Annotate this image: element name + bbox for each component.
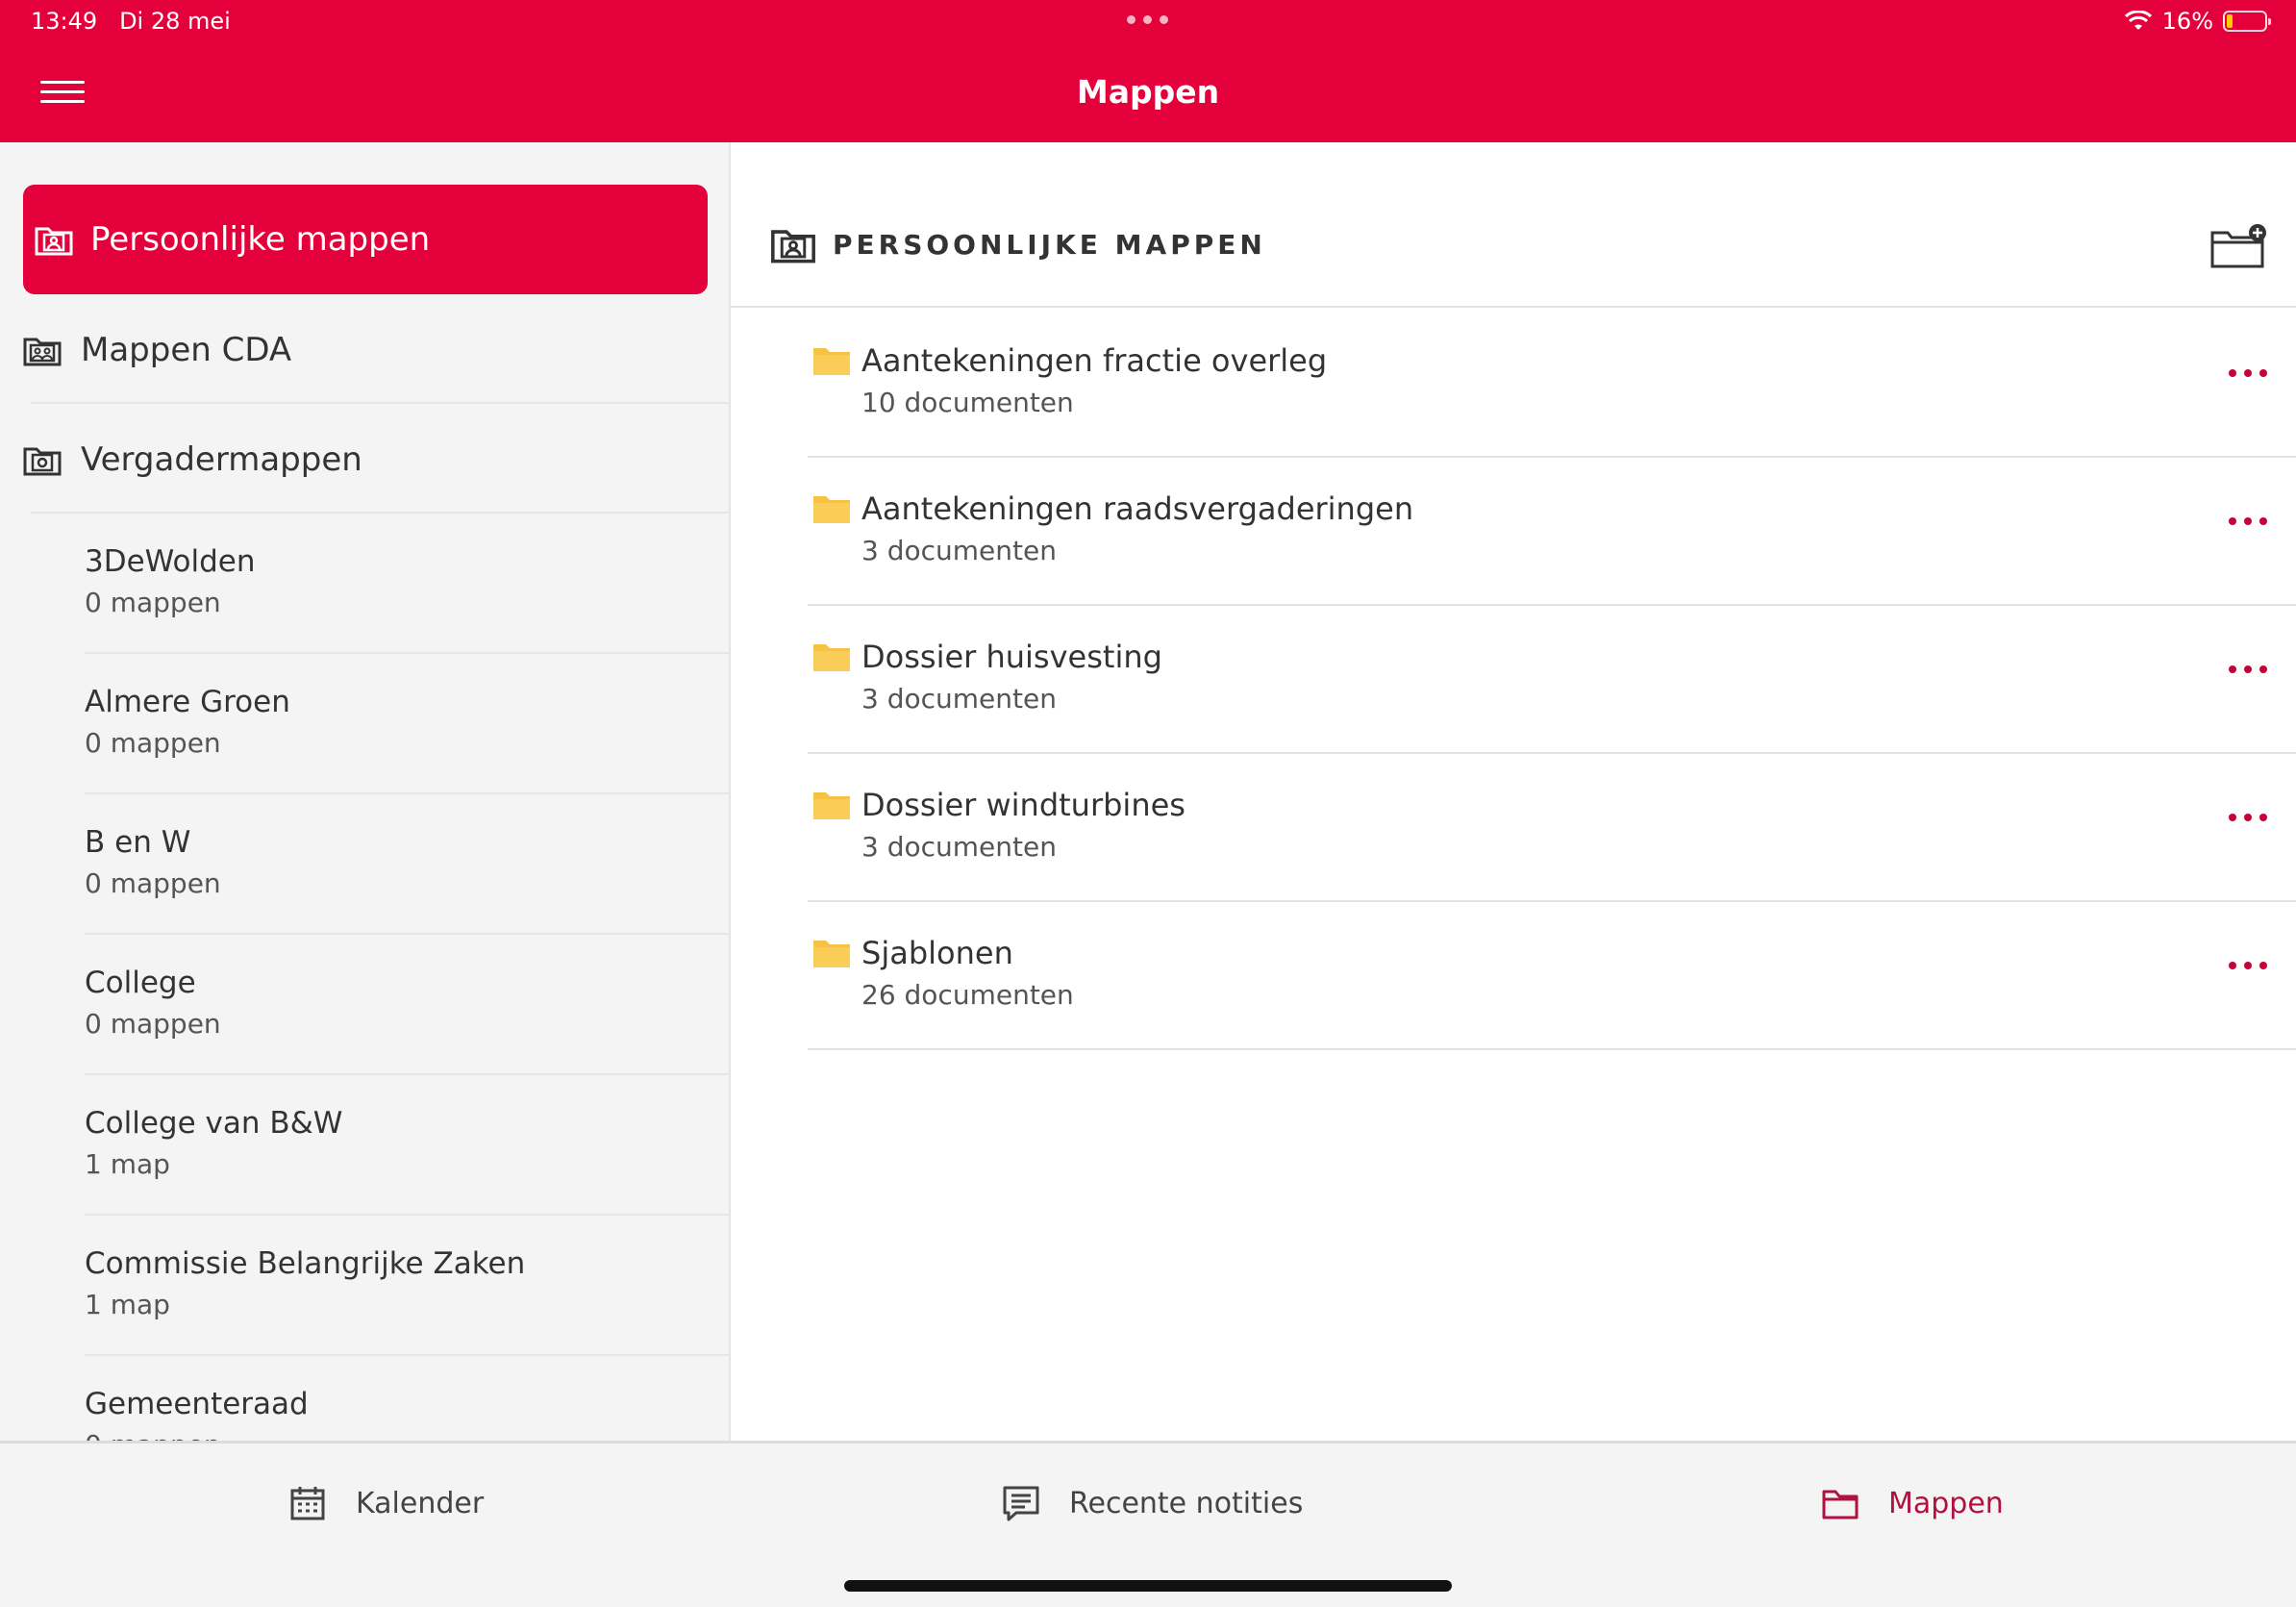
page-title: Mappen: [1076, 73, 1220, 111]
tab-label: Mappen: [1888, 1486, 2004, 1520]
group-folder-icon: [23, 338, 62, 366]
folder-row[interactable]: Dossier huisvesting 3 documenten: [808, 604, 2296, 754]
folder-icon: [813, 348, 850, 375]
wifi-icon: [2124, 11, 2152, 30]
new-folder-icon[interactable]: [2209, 223, 2267, 269]
meeting-item[interactable]: College 0 mappen: [85, 966, 700, 1040]
meeting-folder-icon: [23, 447, 62, 476]
tab-recente-notities[interactable]: Recente notities: [1002, 1484, 1303, 1522]
meeting-title: College van B&W: [85, 1106, 343, 1141]
status-right: 16%: [2124, 8, 2271, 35]
more-options-icon[interactable]: [2229, 665, 2267, 673]
meeting-item[interactable]: Gemeenteraad 0 mappen: [85, 1387, 700, 1441]
meeting-title: 3DeWolden: [85, 544, 256, 579]
home-indicator[interactable]: [844, 1580, 1452, 1592]
more-options-icon[interactable]: [2229, 814, 2267, 821]
status-time: 13:49: [31, 8, 98, 35]
meeting-title: Almere Groen: [85, 685, 290, 719]
main-content: PERSOONLIJKE MAPPEN Aantekeningen fracti…: [731, 142, 2296, 1441]
tab-label: Recente notities: [1069, 1486, 1304, 1520]
divider: [85, 1214, 729, 1216]
divider: [85, 792, 729, 794]
folder-icon: [813, 644, 850, 671]
meeting-item[interactable]: 3DeWolden 0 mappen: [85, 544, 700, 618]
personal-folder-icon: [771, 230, 815, 264]
folder-count: 3 documenten: [861, 831, 1057, 863]
sidebar-item-label: Mappen CDA: [81, 331, 292, 369]
folder-name: Aantekeningen fractie overleg: [861, 342, 1328, 379]
folder-count: 3 documenten: [861, 535, 1057, 566]
divider: [85, 652, 729, 654]
meeting-item[interactable]: B en W 0 mappen: [85, 825, 700, 899]
sidebar-item-persoonlijke-mappen[interactable]: Persoonlijke mappen: [23, 185, 708, 294]
meeting-item[interactable]: Almere Groen 0 mappen: [85, 685, 700, 759]
more-options-icon[interactable]: [2229, 369, 2267, 377]
notes-icon: [1003, 1486, 1039, 1521]
folder-icon: [813, 496, 850, 523]
folder-row[interactable]: Aantekeningen raadsvergaderingen 3 docum…: [808, 456, 2296, 606]
divider: [31, 512, 729, 514]
meeting-title: Gemeenteraad: [85, 1387, 309, 1421]
section-title: PERSOONLIJKE MAPPEN: [833, 228, 1266, 261]
divider: [85, 1073, 729, 1075]
folder-name: Aantekeningen raadsvergaderingen: [861, 490, 1414, 527]
divider: [85, 933, 729, 935]
sidebar-item-label: Vergadermappen: [81, 440, 362, 479]
status-date: Di 28 mei: [119, 8, 231, 35]
meeting-count: 0 mappen: [85, 727, 221, 759]
folder-count: 3 documenten: [861, 683, 1057, 715]
folder-icon: [1822, 1490, 1859, 1519]
meeting-count: 0 mappen: [85, 1008, 221, 1040]
calendar-icon: [290, 1487, 325, 1520]
tab-mappen[interactable]: Mappen: [1821, 1484, 2004, 1522]
folder-icon: [813, 941, 850, 967]
top-bar: 13:49 Di 28 mei 16% Mappen: [0, 0, 2296, 142]
meeting-title: Commissie Belangrijke Zaken: [85, 1246, 526, 1281]
multitasking-dots-icon[interactable]: [1127, 15, 1168, 24]
battery-percent: 16%: [2161, 8, 2213, 35]
folder-row[interactable]: Sjablonen 26 documenten: [808, 900, 2296, 1050]
meeting-title: B en W: [85, 825, 191, 860]
sidebar-item-mappen-cda[interactable]: Mappen CDA: [23, 331, 729, 369]
sidebar: Persoonlijke mappen Mappen CDA Vergaderm…: [0, 142, 731, 1441]
meeting-item[interactable]: Commissie Belangrijke Zaken 1 map: [85, 1246, 700, 1320]
meeting-count: 0 mappen: [85, 1429, 700, 1441]
folder-row[interactable]: Dossier windturbines 3 documenten: [808, 752, 2296, 902]
divider: [85, 1354, 729, 1356]
more-options-icon[interactable]: [2229, 517, 2267, 525]
battery-icon: [2223, 11, 2271, 32]
folder-count: 26 documenten: [861, 979, 1074, 1011]
tab-kalender[interactable]: Kalender: [288, 1484, 484, 1522]
meeting-item[interactable]: College van B&W 1 map: [85, 1106, 700, 1180]
folder-count: 10 documenten: [861, 387, 1074, 418]
tab-bar: Kalender Recente notities Mappen: [0, 1441, 2296, 1607]
divider: [31, 402, 729, 404]
folder-name: Dossier huisvesting: [861, 639, 1162, 675]
status-time-date: 13:49 Di 28 mei: [31, 8, 231, 35]
meeting-count: 1 map: [85, 1289, 170, 1320]
meeting-count: 0 mappen: [85, 587, 221, 618]
meeting-count: 0 mappen: [85, 867, 221, 899]
sidebar-item-label: Persoonlijke mappen: [90, 220, 431, 259]
meeting-count: 1 map: [85, 1148, 170, 1180]
sidebar-item-vergadermappen[interactable]: Vergadermappen: [23, 440, 729, 479]
meeting-title: College: [85, 966, 196, 1000]
folder-row[interactable]: Aantekeningen fractie overleg 10 documen…: [808, 308, 2296, 458]
more-options-icon[interactable]: [2229, 962, 2267, 969]
folder-name: Dossier windturbines: [861, 787, 1185, 823]
section-header: PERSOONLIJKE MAPPEN: [769, 225, 1266, 264]
folder-name: Sjablonen: [861, 935, 1013, 971]
folder-icon: [813, 792, 850, 819]
personal-folder-icon: [35, 227, 73, 256]
tab-label: Kalender: [356, 1486, 485, 1520]
